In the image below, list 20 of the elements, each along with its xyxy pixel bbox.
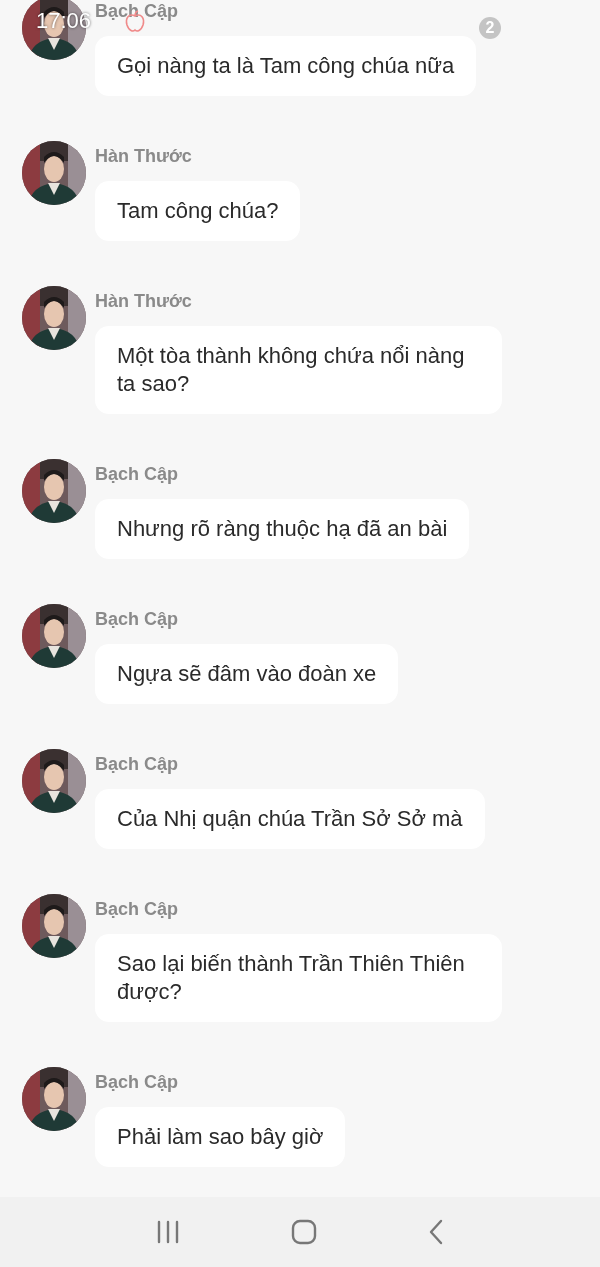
sender-name: Bạch Cập	[95, 898, 179, 920]
sender-name: Hàn Thước	[95, 290, 192, 312]
message-bubble: Gọi nàng ta là Tam công chúa nữa	[95, 36, 477, 96]
message-bubble: Tam công chúa?	[95, 181, 301, 241]
message-bubble: Ngựa sẽ đâm vào đoàn xe	[95, 644, 399, 704]
recent-apps-icon[interactable]	[155, 1220, 180, 1244]
message-bubble: Nhưng rõ ràng thuộc hạ đã an bài	[95, 499, 470, 559]
message-bubble: Sao lại biến thành Trần Thiên Thiên được?	[95, 934, 502, 1022]
message-bubble: Phải làm sao bây giờ	[95, 1107, 346, 1167]
notification-badge: 2	[479, 17, 501, 39]
message-bubble: Một tòa thành không chứa nổi nàng ta sao?	[95, 326, 502, 414]
back-icon[interactable]	[428, 1219, 445, 1245]
message-bubble: Của Nhị quận chúa Trần Sở Sở mà	[95, 789, 485, 849]
sender-name: Bạch Cập	[95, 1071, 179, 1093]
sender-name: Bạch Cập	[95, 753, 179, 775]
sender-name: Hàn Thước	[95, 145, 192, 167]
sender-name: Bạch Cập	[95, 608, 179, 630]
sender-name: Bạch Cập	[95, 463, 179, 485]
sender-name: Bạch Cập	[95, 0, 179, 22]
home-icon[interactable]	[291, 1219, 317, 1245]
